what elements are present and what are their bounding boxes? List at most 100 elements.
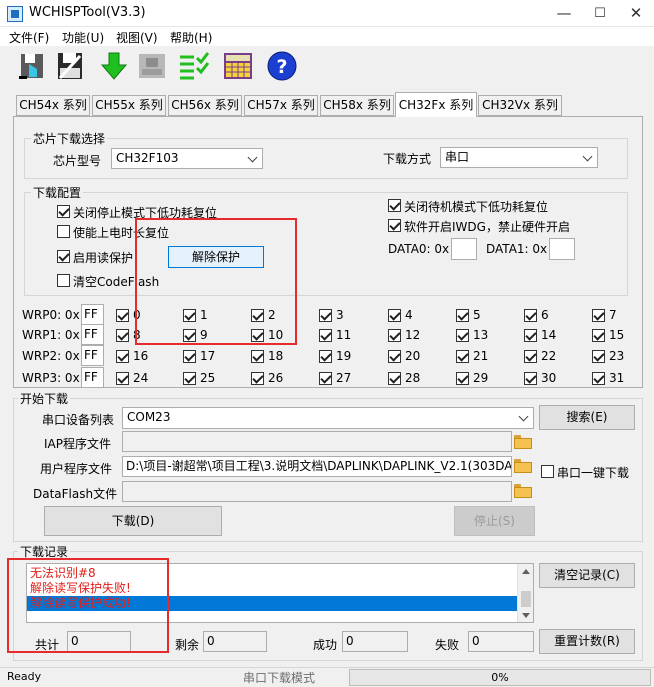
tab-ch57x[interactable]: CH57x 系列 <box>244 95 318 116</box>
verify-list-icon[interactable] <box>178 50 210 82</box>
wrp-bit-label: 21 <box>473 349 489 363</box>
wrp-bit-label: 25 <box>200 371 216 385</box>
data0-input[interactable] <box>451 238 477 260</box>
wrp-bit-checkbox[interactable] <box>183 350 196 363</box>
wrp-bit-checkbox[interactable] <box>319 309 332 322</box>
data1-input[interactable] <box>549 238 575 260</box>
wrp-bit-checkbox[interactable] <box>388 372 401 385</box>
tab-ch56x[interactable]: CH56x 系列 <box>168 95 242 116</box>
iwdg-checkbox[interactable] <box>388 219 401 232</box>
wrp-bit-checkbox[interactable] <box>319 372 332 385</box>
wrp-bit-checkbox[interactable] <box>456 329 469 342</box>
wrp-value-input[interactable]: FF <box>81 345 104 366</box>
status-ready: Ready <box>7 670 42 683</box>
chip-model-select[interactable]: CH32F103 <box>111 148 263 169</box>
wrp-bit-checkbox[interactable] <box>116 309 129 322</box>
tab-ch32fx[interactable]: CH32Fx 系列 <box>395 92 477 117</box>
menu-help[interactable]: 帮助(H) <box>170 29 212 46</box>
menu-view[interactable]: 视图(V) <box>116 29 158 46</box>
log-line[interactable]: 解除读写保护失败! <box>27 581 517 596</box>
calculator-icon[interactable] <box>222 50 254 82</box>
wrp-bit-checkbox[interactable] <box>592 350 605 363</box>
wrp-bit-label: 17 <box>200 349 216 363</box>
iap-file-label: IAP程序文件 <box>44 437 111 451</box>
wrp-bit-checkbox[interactable] <box>456 309 469 322</box>
poweron-reset-checkbox[interactable] <box>57 225 70 238</box>
help-icon[interactable]: ? <box>266 50 298 82</box>
wrp-bit-checkbox[interactable] <box>456 350 469 363</box>
folder-open-icon[interactable] <box>514 435 532 449</box>
download-button[interactable]: 下载(D) <box>44 506 222 536</box>
tab-ch55x[interactable]: CH55x 系列 <box>92 95 166 116</box>
stop-lowpower-checkbox[interactable] <box>57 205 70 218</box>
wrp-bit-checkbox[interactable] <box>251 309 264 322</box>
reset-count-button[interactable]: 重置计数(R) <box>539 629 635 654</box>
tab-ch32vx[interactable]: CH32Vx 系列 <box>478 95 562 116</box>
tab-ch54x[interactable]: CH54x 系列 <box>16 95 90 116</box>
scroll-down-icon[interactable] <box>522 613 530 618</box>
clear-log-button[interactable]: 清空记录(C) <box>539 563 635 588</box>
standby-lowpower-checkbox[interactable] <box>388 199 401 212</box>
wrp-value-input[interactable]: FF <box>81 324 104 345</box>
wrp-bit-checkbox[interactable] <box>251 329 264 342</box>
log-line[interactable]: 解除读写保护成功! <box>27 596 517 611</box>
wrp-bit-checkbox[interactable] <box>592 309 605 322</box>
wrp-bit-checkbox[interactable] <box>319 329 332 342</box>
download-mode-select[interactable]: 串口 <box>440 147 598 168</box>
open-chip-icon[interactable] <box>16 50 48 82</box>
dataflash-file-input[interactable] <box>122 481 512 502</box>
wrp-bit-checkbox[interactable] <box>183 309 196 322</box>
iap-file-input[interactable] <box>122 431 512 452</box>
search-button[interactable]: 搜索(E) <box>539 405 635 430</box>
log-title: 下载记录 <box>18 543 71 560</box>
user-file-input[interactable]: D:\项目-谢超常\项目工程\3.说明文档\DAPLINK\DAPLINK_V2… <box>122 456 512 477</box>
wrp-bit-checkbox[interactable] <box>251 350 264 363</box>
save-config-icon[interactable] <box>54 50 86 82</box>
stop-button[interactable]: 停止(S) <box>454 506 535 536</box>
oneclick-download-checkbox[interactable] <box>541 465 554 478</box>
wrp-bit-checkbox[interactable] <box>319 350 332 363</box>
wrp-bit-checkbox[interactable] <box>116 329 129 342</box>
read-protect-checkbox[interactable] <box>57 250 70 263</box>
wrp-bit-checkbox[interactable] <box>116 372 129 385</box>
wrp-bit-label: 28 <box>405 371 421 385</box>
unprotect-button[interactable]: 解除保护 <box>168 246 264 268</box>
read-protect-label: 启用读保护 <box>73 251 134 265</box>
app-icon <box>7 6 23 22</box>
folder-open-icon[interactable] <box>514 484 532 498</box>
menu-file[interactable]: 文件(F) <box>9 29 49 46</box>
wrp-bit-checkbox[interactable] <box>456 372 469 385</box>
wrp-bit-checkbox[interactable] <box>183 372 196 385</box>
wrp-bit-checkbox[interactable] <box>388 309 401 322</box>
menu-function[interactable]: 功能(U) <box>62 29 104 46</box>
clear-codeflash-checkbox[interactable] <box>57 274 70 287</box>
log-list[interactable]: 无法识别#8 解除读写保护失败! 解除读写保护成功! <box>26 563 534 623</box>
tab-ch58x[interactable]: CH58x 系列 <box>320 95 394 116</box>
minimize-button[interactable]: — <box>546 0 582 27</box>
wrp-bit-checkbox[interactable] <box>524 329 537 342</box>
wrp-bit-checkbox[interactable] <box>524 350 537 363</box>
wrp-bit-checkbox[interactable] <box>116 350 129 363</box>
wrp-bit-checkbox[interactable] <box>524 309 537 322</box>
close-button[interactable]: ✕ <box>618 0 654 27</box>
wrp-bit-checkbox[interactable] <box>592 372 605 385</box>
log-scrollbar[interactable] <box>517 564 533 622</box>
wrp-bit-label: 4 <box>405 308 413 322</box>
chip-info-icon[interactable] <box>136 50 168 82</box>
log-line[interactable]: 无法识别#8 <box>27 566 517 581</box>
maximize-button[interactable]: ☐ <box>582 0 618 27</box>
download-icon[interactable] <box>98 50 130 82</box>
wrp-bit-checkbox[interactable] <box>592 329 605 342</box>
folder-open-icon[interactable] <box>514 459 532 473</box>
wrp-value-input[interactable]: FF <box>81 304 104 325</box>
wrp-bit-checkbox[interactable] <box>524 372 537 385</box>
wrp-bit-checkbox[interactable] <box>251 372 264 385</box>
wrp-bit-checkbox[interactable] <box>388 350 401 363</box>
scroll-thumb[interactable] <box>521 591 531 607</box>
wrp-bit-checkbox[interactable] <box>183 329 196 342</box>
wrp-value-input[interactable]: FF <box>81 367 104 388</box>
scroll-up-icon[interactable] <box>522 569 530 574</box>
wrp-bit-checkbox[interactable] <box>388 329 401 342</box>
progress-text: 0% <box>491 671 509 684</box>
port-select[interactable]: COM23 <box>122 407 534 429</box>
